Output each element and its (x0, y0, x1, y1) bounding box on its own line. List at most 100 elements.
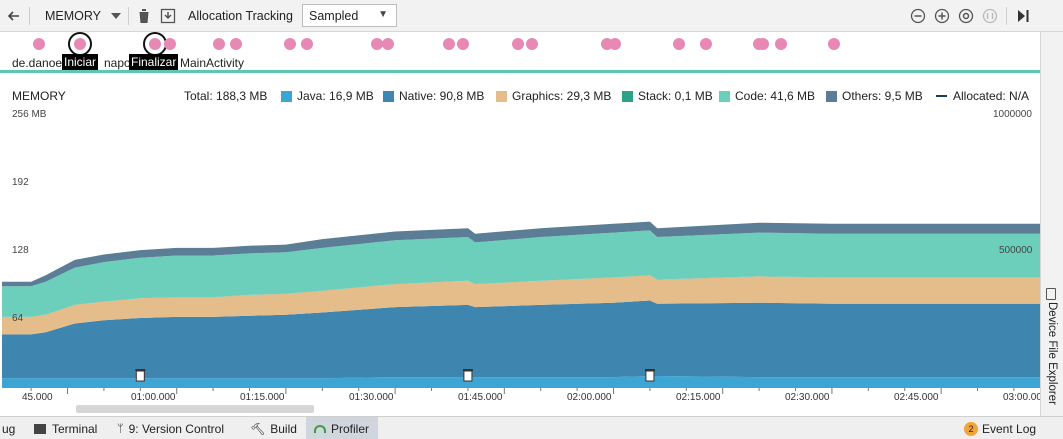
allocation-tracking-select[interactable]: Sampled ▼ (302, 4, 397, 27)
event-dot (148, 37, 161, 50)
legend-code-label: Code: 41,6 MB (735, 89, 816, 103)
event-dot[interactable] (700, 38, 712, 50)
legend-others-label: Others: 9,5 MB (842, 89, 923, 103)
event-dot[interactable] (512, 38, 524, 50)
legend-java-label: Java: 16,9 MB (297, 89, 374, 103)
version-control-tab-label: 9: Version Control (128, 421, 224, 436)
y-axis-right-top-label: 1000000 (993, 109, 1032, 120)
activity-label-mid: napo (104, 56, 131, 70)
event-log-tab[interactable]: 2 Event Log (964, 417, 1036, 439)
time-tick-label: 01:00.000 (131, 392, 176, 403)
legend-graphics: Graphics: 29,3 MB (496, 89, 611, 103)
tooltip-start: Iniciar (62, 54, 99, 70)
legend-native-label: Native: 90,8 MB (399, 89, 485, 103)
event-dot (73, 37, 86, 50)
right-tool-strip: Device File Explorer (1040, 32, 1063, 416)
chevron-down-icon[interactable] (108, 8, 124, 24)
time-tick-label: 02:45.000 (894, 392, 939, 403)
hammer-icon: 🔨︎ (250, 421, 266, 436)
time-tick-label: 01:45.000 (458, 392, 503, 403)
tool-window-bar: ug Terminal ᛘ 9: Version Control 🔨︎ Buil… (0, 416, 1063, 439)
horizontal-scrollbar[interactable] (76, 405, 314, 413)
build-tab[interactable]: 🔨︎ Build (250, 417, 297, 439)
legend-java: Java: 16,9 MB (281, 89, 374, 103)
version-control-tab[interactable]: ᛘ 9: Version Control (117, 417, 224, 439)
time-tick-label: 01:15.000 (240, 392, 285, 403)
back-arrow-icon[interactable] (6, 8, 22, 24)
profiler-tab-label: Profiler (331, 421, 370, 436)
event-dot[interactable] (757, 38, 769, 50)
go-live-icon[interactable] (1015, 8, 1031, 24)
time-axis: 45.000 01:00.000 01:15.000 01:30.000 01:… (0, 388, 1048, 416)
y-axis-top-label: 256 MB (12, 109, 47, 120)
chevron-down-icon: ▼ (378, 9, 388, 20)
zoom-out-icon[interactable] (910, 8, 926, 24)
gc-trash-icon[interactable] (462, 369, 473, 382)
y-axis-192-label: 192 (12, 177, 29, 188)
event-dot[interactable] (457, 38, 469, 50)
profiler-selector[interactable]: MEMORY (45, 0, 101, 32)
legend-allocated: Allocated: N/A (936, 89, 1029, 103)
terminal-tab[interactable]: Terminal (34, 417, 97, 439)
profiler-window: MEMORY Allocation Tracking Sampled ▼ de.… (0, 0, 1063, 439)
event-dot[interactable] (775, 38, 787, 50)
heap-dump-icon[interactable] (160, 8, 176, 24)
zoom-to-selection-icon[interactable] (982, 8, 998, 24)
legend-stack: Stack: 0,1 MB (622, 89, 713, 103)
event-selected-start[interactable] (68, 32, 92, 56)
time-tick-label: 02:30.000 (785, 392, 830, 403)
event-timeline: de.danoel napo MainActivity Iniciar Fina… (0, 32, 1040, 82)
terminal-icon (34, 423, 46, 434)
event-dot[interactable] (230, 38, 242, 50)
legend-native: Native: 90,8 MB (383, 89, 484, 103)
activity-label-left: de.danoel (12, 56, 65, 70)
event-dot[interactable] (609, 38, 621, 50)
debug-tab[interactable]: ug (2, 417, 15, 439)
event-dot[interactable] (443, 38, 455, 50)
gc-trash-icon[interactable] (135, 369, 146, 382)
legend-title: MEMORY (12, 89, 66, 103)
legend-stack-label: Stack: 0,1 MB (638, 89, 713, 103)
reset-zoom-icon[interactable] (958, 8, 974, 24)
profiler-gauge-icon (314, 424, 326, 433)
activity-bar (0, 70, 1040, 73)
legend-code: Code: 41,6 MB (719, 89, 815, 103)
profiler-toolbar: MEMORY Allocation Tracking Sampled ▼ (0, 0, 1063, 32)
event-log-tab-label: Event Log (982, 421, 1037, 436)
legend-others: Others: 9,5 MB (826, 89, 923, 103)
legend-graphics-label: Graphics: 29,3 MB (512, 89, 612, 103)
time-tick-label: 01:30.000 (349, 392, 394, 403)
y-axis-128-label: 128 (12, 245, 29, 256)
zoom-in-icon[interactable] (934, 8, 950, 24)
build-tab-label: Build (270, 421, 297, 436)
trash-icon[interactable] (136, 8, 152, 24)
event-dot[interactable] (382, 38, 394, 50)
allocation-tracking-label: Allocation Tracking (188, 9, 293, 23)
y-axis-64-label: 64 (12, 313, 24, 324)
y-axis-right-mid-label: 500000 (999, 245, 1033, 256)
event-dot[interactable] (164, 38, 176, 50)
memory-chart[interactable] (0, 108, 1040, 388)
event-dot[interactable] (33, 38, 45, 50)
activity-label-right: MainActivity (180, 56, 245, 70)
event-dot[interactable] (213, 38, 225, 50)
device-file-explorer-tab[interactable]: Device File Explorer (1046, 302, 1058, 405)
event-dot[interactable] (828, 38, 840, 50)
time-tick-label: 02:00.000 (567, 392, 612, 403)
event-dot[interactable] (526, 38, 538, 50)
memory-legend: MEMORY Total: 188,3 MB Java: 16,9 MB Nat… (0, 86, 1040, 106)
profiler-tab[interactable]: Profiler (306, 417, 378, 439)
event-dot[interactable] (284, 38, 296, 50)
time-tick-label: 02:15.000 (676, 392, 721, 403)
tooltip-finish: Finalizar (129, 54, 179, 70)
gc-trash-icon[interactable] (644, 369, 655, 382)
device-icon (1046, 288, 1056, 300)
legend-total: Total: 188,3 MB (184, 89, 268, 103)
branch-icon: ᛘ (117, 422, 124, 435)
time-tick-label: 45.000 (22, 392, 53, 403)
event-log-count-badge: 2 (964, 421, 978, 436)
profiler-selector-label: MEMORY (45, 9, 102, 23)
terminal-tab-label: Terminal (52, 421, 98, 436)
event-dot[interactable] (673, 38, 685, 50)
event-dot[interactable] (301, 38, 313, 50)
